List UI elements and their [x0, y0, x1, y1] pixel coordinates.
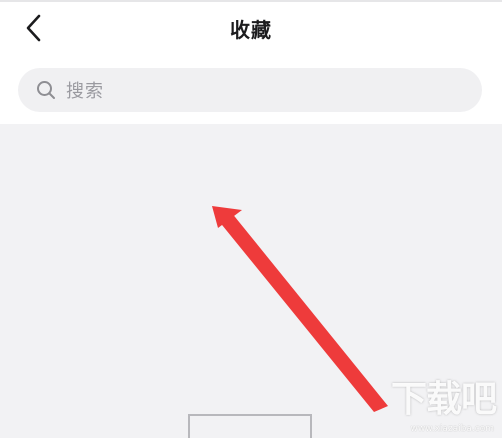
search-area: 搜索	[0, 54, 502, 124]
nav-header: 收藏	[0, 2, 502, 54]
search-icon	[36, 80, 56, 100]
search-input[interactable]: 搜索	[18, 68, 482, 112]
red-arrow-annotation	[212, 206, 388, 412]
search-placeholder: 搜索	[66, 81, 104, 102]
favorites-content-area: 下载吧 www.xiazaiba.com	[0, 124, 502, 438]
page-title: 收藏	[230, 18, 272, 42]
